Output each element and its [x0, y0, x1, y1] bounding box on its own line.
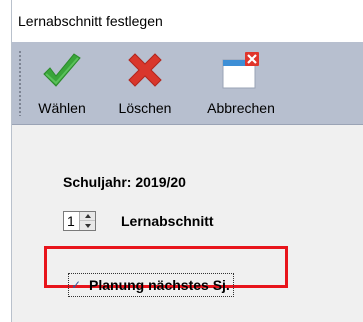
title-bar: Lernabschnitt festlegen — [12, 0, 363, 43]
form-area: Schuljahr: 2019/20 1 Lernabschnitt ✓ Pla… — [12, 125, 363, 322]
cancel-button[interactable]: Abbrechen — [198, 46, 284, 120]
school-year-label: Schuljahr: 2019/20 — [63, 174, 186, 190]
select-button[interactable]: Wählen — [34, 46, 90, 120]
window-title: Lernabschnitt festlegen — [18, 13, 163, 29]
chevron-down-icon — [84, 223, 91, 228]
section-spinner[interactable]: 1 — [63, 211, 96, 231]
delete-button[interactable]: Löschen — [114, 46, 176, 120]
spinner-down-button[interactable] — [80, 221, 95, 230]
select-button-label: Wählen — [38, 100, 86, 116]
window-close-icon — [222, 52, 259, 89]
checkmark-icon — [43, 53, 81, 87]
section-label: Lernabschnitt — [121, 213, 214, 229]
toolbar: Wählen Löschen Abbrechen — [12, 42, 363, 125]
section-spinner-value[interactable]: 1 — [67, 213, 75, 229]
spinner-up-button[interactable] — [80, 212, 95, 221]
spinner-arrows — [79, 212, 95, 230]
planning-checkbox[interactable]: ✓ Planung nächstes Sj. — [68, 273, 234, 297]
red-x-icon — [128, 53, 162, 87]
planning-checkbox-label: Planung nächstes Sj. — [89, 277, 230, 293]
checkmark-small-icon: ✓ — [71, 278, 82, 292]
delete-button-label: Löschen — [118, 100, 172, 116]
toolbar-grip[interactable] — [18, 50, 22, 116]
chevron-up-icon — [84, 214, 91, 218]
dialog-window: Lernabschnitt festlegen Wählen Löschen A… — [11, 0, 363, 322]
cancel-button-label: Abbrechen — [207, 100, 275, 116]
